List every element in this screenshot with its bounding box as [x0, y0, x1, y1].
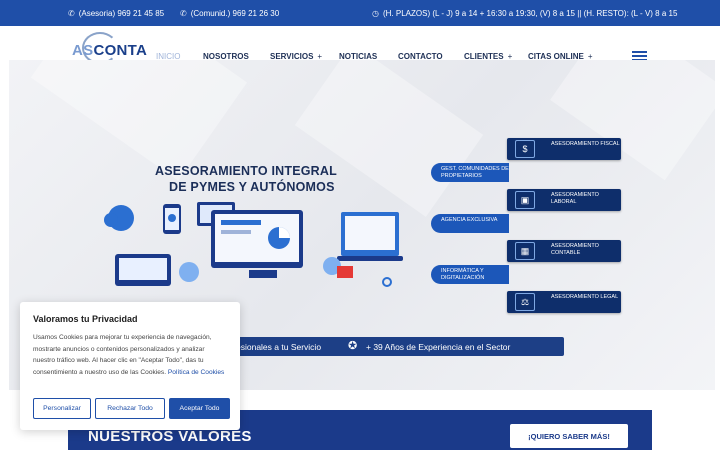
service-laboral[interactable]: ▣ ASESORAMIENTO LABORAL [507, 189, 621, 211]
valores-title: NUESTROS VALORES [88, 428, 252, 445]
service-fiscal[interactable]: $ ASESORAMIENTO FISCAL [507, 138, 621, 160]
cookie-text: Usamos Cookies para mejorar tu experienc… [33, 334, 225, 376]
logo-conta: CONTA [93, 42, 148, 59]
service-informatica[interactable]: INFORMÁTICA Y DIGITALIZACIÓN [431, 265, 509, 284]
fiscal-icon: $ [515, 140, 535, 158]
medal-icon: ✪ [348, 340, 358, 352]
logo-as: AS [72, 42, 94, 59]
service-legal[interactable]: ⚖ ASESORAMIENTO LEGAL [507, 291, 621, 313]
service-comunidades[interactable]: GEST. COMUNIDADES DE PROPIETARIOS [431, 163, 509, 182]
clock-icon: ◷ [372, 8, 379, 18]
cookie-title: Valoramos tu Privacidad [33, 314, 138, 324]
service-contable[interactable]: ▦ ASESORAMIENTO CONTABLE [507, 240, 621, 262]
phone-icon: ✆ [180, 8, 187, 18]
aceptar-todo-button[interactable]: Aceptar Todo [169, 398, 230, 419]
calculator-icon: ▦ [515, 242, 535, 260]
quiero-saber-mas-button[interactable]: ¡QUIERO SABER MÁS! [510, 424, 628, 448]
tagline-professionals: esionales a tu Servicio [236, 341, 322, 352]
service-agencia[interactable]: AGENCIA EXCLUSIVA [431, 214, 509, 233]
phone-icon: ✆ [68, 8, 75, 18]
hero-tagline-banner: esionales a tu Servicio ✪ + 39 Años de E… [210, 337, 564, 356]
scales-icon: ⚖ [515, 293, 535, 311]
phone-comunid-text: (Comunid.) 969 21 26 30 [190, 8, 280, 18]
devices-illustration [104, 202, 403, 287]
briefcase-icon: ▣ [515, 191, 535, 209]
phone-comunid[interactable]: ✆ (Comunid.) 969 21 26 30 [180, 0, 279, 26]
cookie-buttons: Personalizar Rechazar Todo Aceptar Todo [33, 398, 230, 419]
cookie-consent-dialog: Valoramos tu Privacidad Usamos Cookies p… [20, 302, 240, 430]
personalizar-button[interactable]: Personalizar [33, 398, 91, 419]
phone-asesoria-text: (Asesoria) 969 21 45 85 [78, 8, 165, 18]
cookie-policy-link[interactable]: Política de Cookies [168, 369, 224, 376]
rechazar-todo-button[interactable]: Rechazar Todo [95, 398, 165, 419]
office-hours: ◷ (H. PLAZOS) (L - J) 9 a 14 + 16:30 a 1… [372, 0, 677, 26]
top-contact-bar: ✆ (Asesoria) 969 21 45 85 ✆ (Comunid.) 9… [0, 0, 720, 26]
phone-asesoria[interactable]: ✆ (Asesoria) 969 21 45 85 [68, 0, 164, 26]
hero-headline: ASESORAMIENTO INTEGRAL DE PYMES Y AUTÓNO… [155, 164, 337, 194]
tagline-experience: + 39 Años de Experiencia en el Sector [366, 341, 511, 352]
office-hours-text: (H. PLAZOS) (L - J) 9 a 14 + 16:30 a 19:… [382, 8, 678, 18]
